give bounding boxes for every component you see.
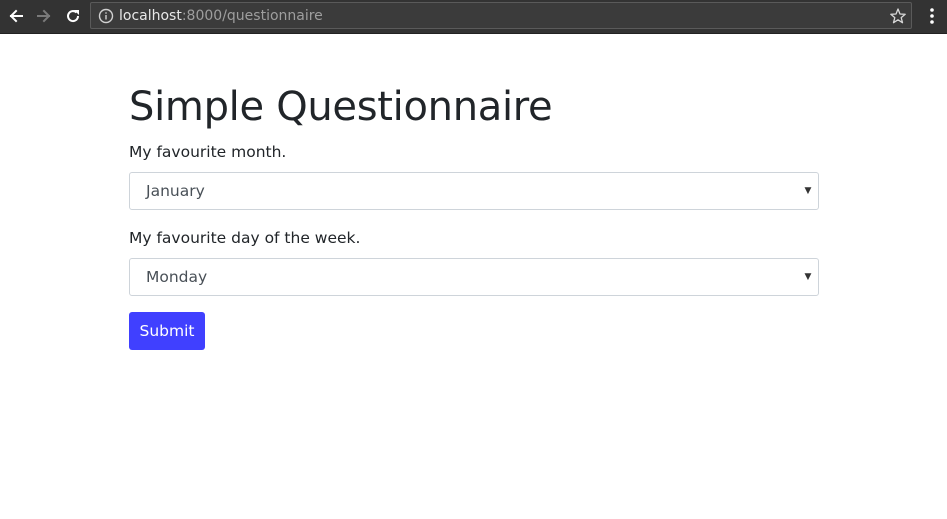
back-button[interactable] <box>4 5 28 27</box>
reload-button[interactable] <box>61 5 85 27</box>
page-title: Simple Questionnaire <box>129 84 553 130</box>
url-path: :8000/questionnaire <box>181 8 323 24</box>
day-question-label: My favourite day of the week. <box>129 229 361 247</box>
month-question-label: My favourite month. <box>129 143 287 161</box>
info-icon[interactable] <box>98 8 114 24</box>
submit-button[interactable]: Submit <box>129 312 205 350</box>
url-text[interactable]: localhost:8000/questionnaire <box>119 8 323 25</box>
caret-down-icon: ▼ <box>804 272 812 282</box>
day-select[interactable]: Monday ▼ <box>129 258 819 296</box>
month-select-value: January <box>146 182 205 200</box>
caret-down-icon: ▼ <box>804 186 812 196</box>
kebab-menu-icon <box>930 8 934 24</box>
forward-arrow-icon <box>37 9 51 23</box>
back-arrow-icon <box>9 9 23 23</box>
month-select[interactable]: January ▼ <box>129 172 819 210</box>
url-host: localhost <box>119 8 182 24</box>
forward-button[interactable] <box>32 5 56 27</box>
reload-icon <box>67 10 80 23</box>
star-icon[interactable] <box>889 7 907 25</box>
browser-menu-button[interactable] <box>922 5 942 27</box>
day-select-value: Monday <box>146 268 208 286</box>
address-bar[interactable]: localhost:8000/questionnaire <box>90 2 912 29</box>
browser-toolbar: localhost:8000/questionnaire <box>0 0 947 34</box>
